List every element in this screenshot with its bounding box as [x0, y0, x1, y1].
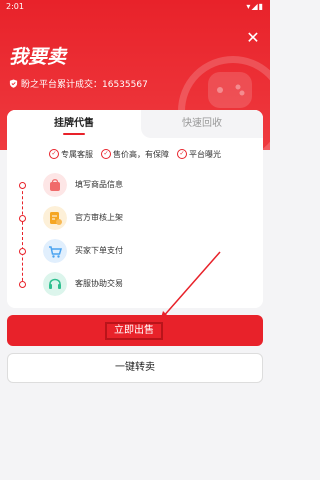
sell-card: 挂牌代售 快速回收 ✓ 专属客服 ✓ 售价高，有保障 ✓ 平台曝光 填写商品信息… [7, 110, 263, 308]
step-label: 填写商品信息 [75, 180, 123, 189]
status-bar: 2:01 ▾◢▮ [0, 0, 270, 14]
cart-icon [43, 239, 67, 263]
one-click-resell-button[interactable]: 一键转卖 [7, 353, 263, 383]
feature-item: ✓ 售价高，有保障 [101, 146, 169, 162]
feature-item: ✓ 专属客服 [49, 146, 93, 162]
feature-list: ✓ 专属客服 ✓ 售价高，有保障 ✓ 平台曝光 [7, 146, 263, 162]
tab-listing[interactable]: 挂牌代售 [7, 110, 141, 138]
step-item: 填写商品信息 [15, 172, 255, 200]
status-icons: ▾◢▮ [246, 2, 264, 11]
step-dot [19, 182, 26, 189]
check-icon: ✓ [177, 149, 187, 159]
gamepad-icon [208, 72, 252, 108]
stats-text: 盼之平台累计成交：16535567 [21, 80, 148, 90]
headset-icon [43, 272, 67, 296]
feature-label: 专属客服 [61, 149, 93, 159]
bag-icon [43, 173, 67, 197]
step-item: 买家下单支付 [15, 238, 255, 266]
step-label: 官方审核上架 [75, 213, 123, 222]
step-dot [19, 215, 26, 222]
sell-now-label[interactable]: 立即出售 [105, 322, 163, 340]
step-dot [19, 248, 26, 255]
step-label: 客服协助交易 [75, 279, 123, 288]
tab-quick-recycle[interactable]: 快速回收 [141, 110, 263, 138]
feature-label: 平台曝光 [189, 149, 221, 159]
tab-bar: 挂牌代售 快速回收 [7, 110, 263, 138]
page-title: 我要卖 [9, 46, 67, 68]
document-check-icon [43, 206, 67, 230]
feature-item: ✓ 平台曝光 [177, 146, 221, 162]
step-dot [19, 281, 26, 288]
check-icon: ✓ [49, 149, 59, 159]
feature-label: 售价高，有保障 [113, 149, 169, 159]
process-steps: 填写商品信息 官方审核上架 买家下单支付 客服协助交易 [7, 172, 263, 302]
status-time: 2:01 [6, 2, 24, 11]
step-item: 客服协助交易 [15, 271, 255, 299]
step-item: 官方审核上架 [15, 205, 255, 233]
tab-quick-recycle-label: 快速回收 [182, 118, 222, 129]
shield-icon [9, 79, 18, 88]
tab-active-indicator [63, 133, 85, 135]
check-icon: ✓ [101, 149, 111, 159]
tab-listing-label: 挂牌代售 [54, 118, 94, 129]
step-label: 买家下单支付 [75, 246, 123, 255]
stats-line: 盼之平台累计成交：16535567 [9, 77, 148, 90]
close-icon[interactable]: ✕ [246, 30, 260, 46]
